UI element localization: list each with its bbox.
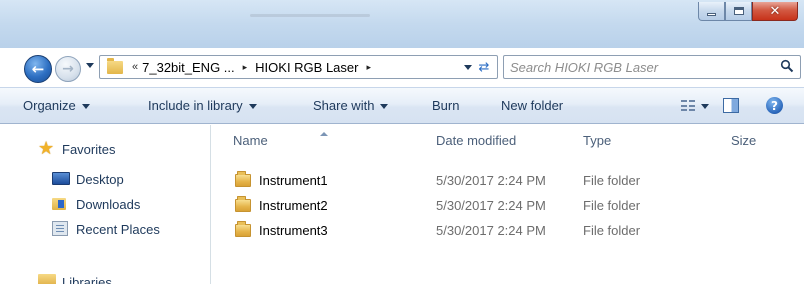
view-options-dropdown[interactable] [701,104,709,109]
file-date-modified: 5/30/2017 2:24 PM [436,198,546,213]
breadcrumb-overflow[interactable]: « [132,61,138,73]
sidebar-item-downloads[interactable]: Downloads [52,196,140,212]
breadcrumb-separator[interactable]: ▸ [366,62,371,73]
file-name: Instrument2 [259,198,328,213]
sidebar-item-label: Recent Places [76,221,160,237]
folder-icon [235,221,251,237]
libraries-icon [38,274,56,284]
column-header-name[interactable]: Name [233,133,268,148]
recent-pages-dropdown[interactable] [86,63,94,68]
table-row[interactable]: Instrument1 5/30/2017 2:24 PM File folde… [212,169,804,191]
window-controls: ✕ [698,2,798,22]
change-view-icon[interactable] [681,100,695,112]
file-type: File folder [583,198,641,213]
new-folder-label: New folder [501,98,564,113]
chevron-down-icon [81,104,90,109]
chevron-down-icon [380,104,389,109]
chevron-down-icon [248,104,257,109]
desktop-icon [52,172,70,185]
burn-button[interactable]: Burn [432,88,459,123]
breadcrumb-item[interactable]: HIOKI RGB Laser [255,60,358,75]
breadcrumb-separator[interactable]: ▸ [243,62,248,73]
sidebar-item-label: Downloads [76,196,141,212]
forward-button[interactable]: → [55,56,81,82]
address-history-dropdown[interactable] [464,65,472,70]
minimize-button[interactable] [698,2,725,21]
preview-pane-icon[interactable] [723,98,739,113]
search-box[interactable] [503,55,801,79]
sidebar-item-desktop[interactable]: Desktop [52,171,124,187]
sort-ascending-icon [320,132,328,136]
titlebar-artifact [250,14,370,17]
folder-icon [235,171,251,187]
table-row[interactable]: Instrument2 5/30/2017 2:24 PM File folde… [212,194,804,216]
sidebar-item-libraries[interactable]: Libraries [38,274,112,284]
file-type: File folder [583,173,641,188]
share-with-label: Share with [313,98,375,113]
maximize-icon [733,7,744,15]
new-folder-button[interactable]: New folder [501,88,563,123]
back-button[interactable]: ← [24,55,52,83]
close-button[interactable]: ✕ [752,2,798,21]
file-list: Name Date modified Type Size Instrument1… [212,125,804,284]
recent-places-icon [52,221,68,236]
maximize-button[interactable] [725,2,752,21]
search-icon[interactable] [780,59,794,73]
breadcrumb-item[interactable]: 7_32bit_ENG ... [142,60,235,75]
include-in-library-label: Include in library [148,98,243,113]
include-in-library-menu[interactable]: Include in library [148,88,257,123]
star-icon: ★ [38,138,55,159]
back-arrow-icon: ← [31,60,45,78]
close-icon: ✕ [769,3,781,19]
file-name: Instrument1 [259,173,328,188]
file-type: File folder [583,223,641,238]
help-icon[interactable]: ? [766,97,783,114]
folder-icon [107,57,123,74]
minimize-icon [707,12,716,16]
organize-label: Organize [23,98,76,113]
column-header-date-modified[interactable]: Date modified [436,133,516,148]
file-date-modified: 5/30/2017 2:24 PM [436,173,546,188]
burn-label: Burn [432,98,460,113]
sidebar-item-label: Favorites [62,141,116,157]
address-bar[interactable]: « 7_32bit_ENG ... ▸ HIOKI RGB Laser ▸ ⇄ [99,55,498,79]
forward-arrow-icon: → [62,61,74,77]
title-bar: ✕ [0,0,804,48]
sidebar-item-favorites[interactable]: ★ Favorites [38,138,116,159]
share-with-menu[interactable]: Share with [313,88,389,123]
column-header-type[interactable]: Type [583,133,611,148]
organize-menu[interactable]: Organize [23,88,90,123]
column-header-size[interactable]: Size [731,133,756,148]
sidebar-item-label: Libraries [62,274,112,284]
search-input[interactable] [510,59,770,75]
refresh-button[interactable]: ⇄ [475,58,493,76]
folder-icon [235,196,251,212]
refresh-icon: ⇄ [478,59,490,75]
sidebar-item-recent-places[interactable]: Recent Places [52,221,160,237]
navigation-pane: ★ Favorites Desktop Downloads Recent Pla… [0,125,211,284]
command-bar: Organize Include in library Share with B… [0,87,804,124]
sidebar-item-label: Desktop [76,171,124,187]
table-row[interactable]: Instrument3 5/30/2017 2:24 PM File folde… [212,219,804,241]
file-name: Instrument3 [259,223,328,238]
file-date-modified: 5/30/2017 2:24 PM [436,223,546,238]
downloads-icon [52,196,68,211]
